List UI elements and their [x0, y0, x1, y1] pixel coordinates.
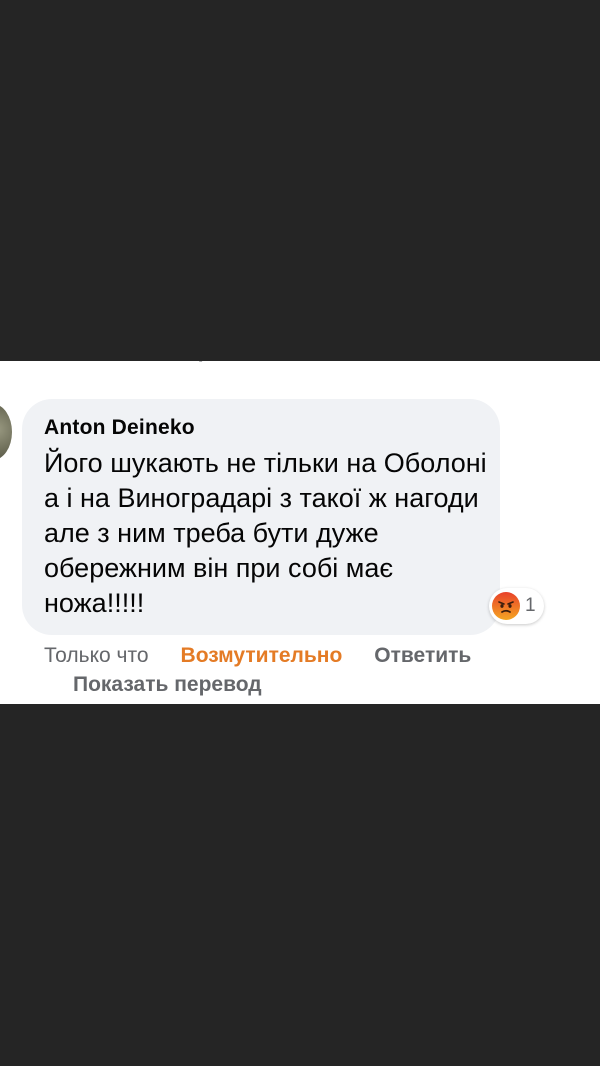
- comment-actions: Только что Возмутительно Ответить: [44, 644, 471, 668]
- previous-reply-button[interactable]: Ответить: [316, 361, 413, 369]
- comment-bubble: Anton Deineko Його шукають не тільки на …: [22, 399, 500, 635]
- top-dark-area: [0, 0, 600, 361]
- avatar[interactable]: [0, 404, 12, 460]
- reply-button[interactable]: Ответить: [374, 644, 471, 668]
- screenshot: Только что Нравится Ответить Anton Deine…: [0, 0, 600, 1066]
- bottom-dark-area: [0, 704, 600, 1066]
- comment-time: Только что: [44, 644, 149, 667]
- comment-section: Только что Нравится Ответить Anton Deine…: [0, 361, 600, 704]
- reaction-button[interactable]: Возмутительно: [181, 644, 343, 668]
- comment-author[interactable]: Anton Deineko: [44, 416, 195, 440]
- previous-comment-actions: Только что Нравится Ответить: [44, 361, 413, 369]
- previous-like-button[interactable]: Нравится: [183, 361, 282, 369]
- angry-reaction-icon: [492, 592, 520, 620]
- comment-text: Його шукають не тільки на Оболоні а і на…: [44, 448, 487, 618]
- previous-comment-time: Только что: [44, 361, 149, 369]
- reaction-badge[interactable]: 1: [489, 588, 544, 624]
- reaction-count: 1: [525, 595, 536, 616]
- show-translation-button[interactable]: Показать перевод: [73, 673, 262, 697]
